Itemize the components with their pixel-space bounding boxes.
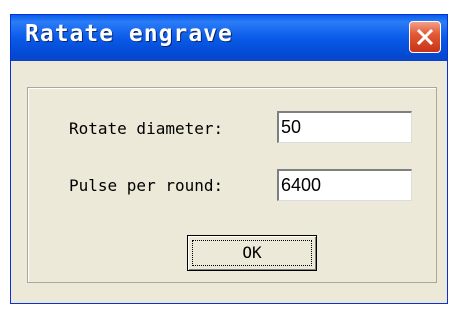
ok-button-label: OK xyxy=(242,243,262,262)
dialog-window: Ratate engrave Rotate diameter: 50 Pulse… xyxy=(10,14,448,304)
rotate-diameter-input[interactable]: 50 xyxy=(277,111,412,143)
close-button[interactable] xyxy=(409,21,441,53)
rotate-diameter-label: Rotate diameter: xyxy=(69,119,224,138)
close-icon xyxy=(416,28,434,46)
window-title: Ratate engrave xyxy=(25,21,233,47)
ok-button[interactable]: OK xyxy=(187,235,317,271)
pulse-per-round-input[interactable]: 6400 xyxy=(277,169,412,201)
title-bar[interactable]: Ratate engrave xyxy=(11,15,447,61)
pulse-per-round-label: Pulse per round: xyxy=(69,176,224,195)
